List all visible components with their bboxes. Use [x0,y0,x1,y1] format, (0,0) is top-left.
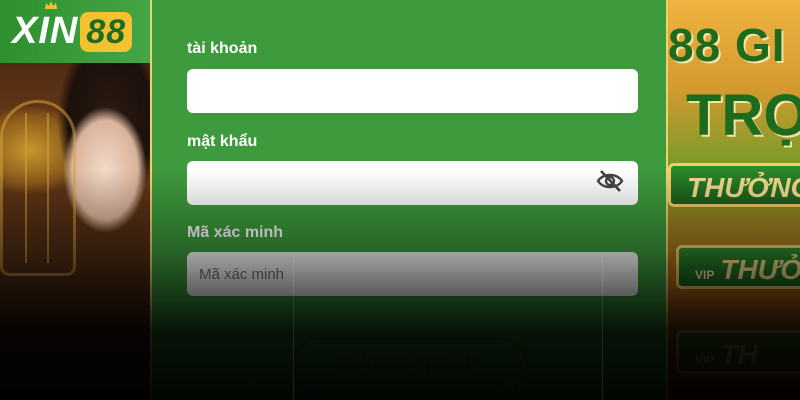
right-promo-banner: 88 GI TRỌ THƯỞNG VIP THƯỞ VIP TH [668,0,800,400]
promo-badge-text: THƯỞNG [687,172,800,203]
promo-badge-text: THƯỞ [720,254,800,285]
logo-wordmark: XIN 88 [12,10,133,53]
promo-badge-vip: VIP THƯỞ [676,245,800,289]
password-input[interactable] [187,161,638,205]
logo-number: 88 [80,12,133,52]
login-panel: tài khoản mật khẩu Mã xác minh ĐĂNG NHẬP [150,0,668,400]
captcha-input[interactable] [187,252,638,296]
password-label: mật khẩu [187,133,258,150]
login-button[interactable]: ĐĂNG NHẬP [292,338,528,392]
eye-slash-icon[interactable] [595,167,625,195]
promo-subheadline: TRỌ [686,83,800,148]
promo-badge-vip: VIP TH [676,330,800,374]
captcha-label: Mã xác minh [187,224,284,241]
vip-label: VIP [695,268,715,282]
logo-text: XIN [12,10,79,52]
vip-label: VIP [695,353,715,367]
decorative-cage [0,100,76,276]
promo-badge: THƯỞNG [668,163,800,207]
username-label: tài khoản [187,40,258,57]
crown-icon [45,1,57,9]
promo-badge-text: TH [720,339,758,370]
username-input[interactable] [187,69,638,113]
promo-headline: 88 GI [668,19,786,71]
